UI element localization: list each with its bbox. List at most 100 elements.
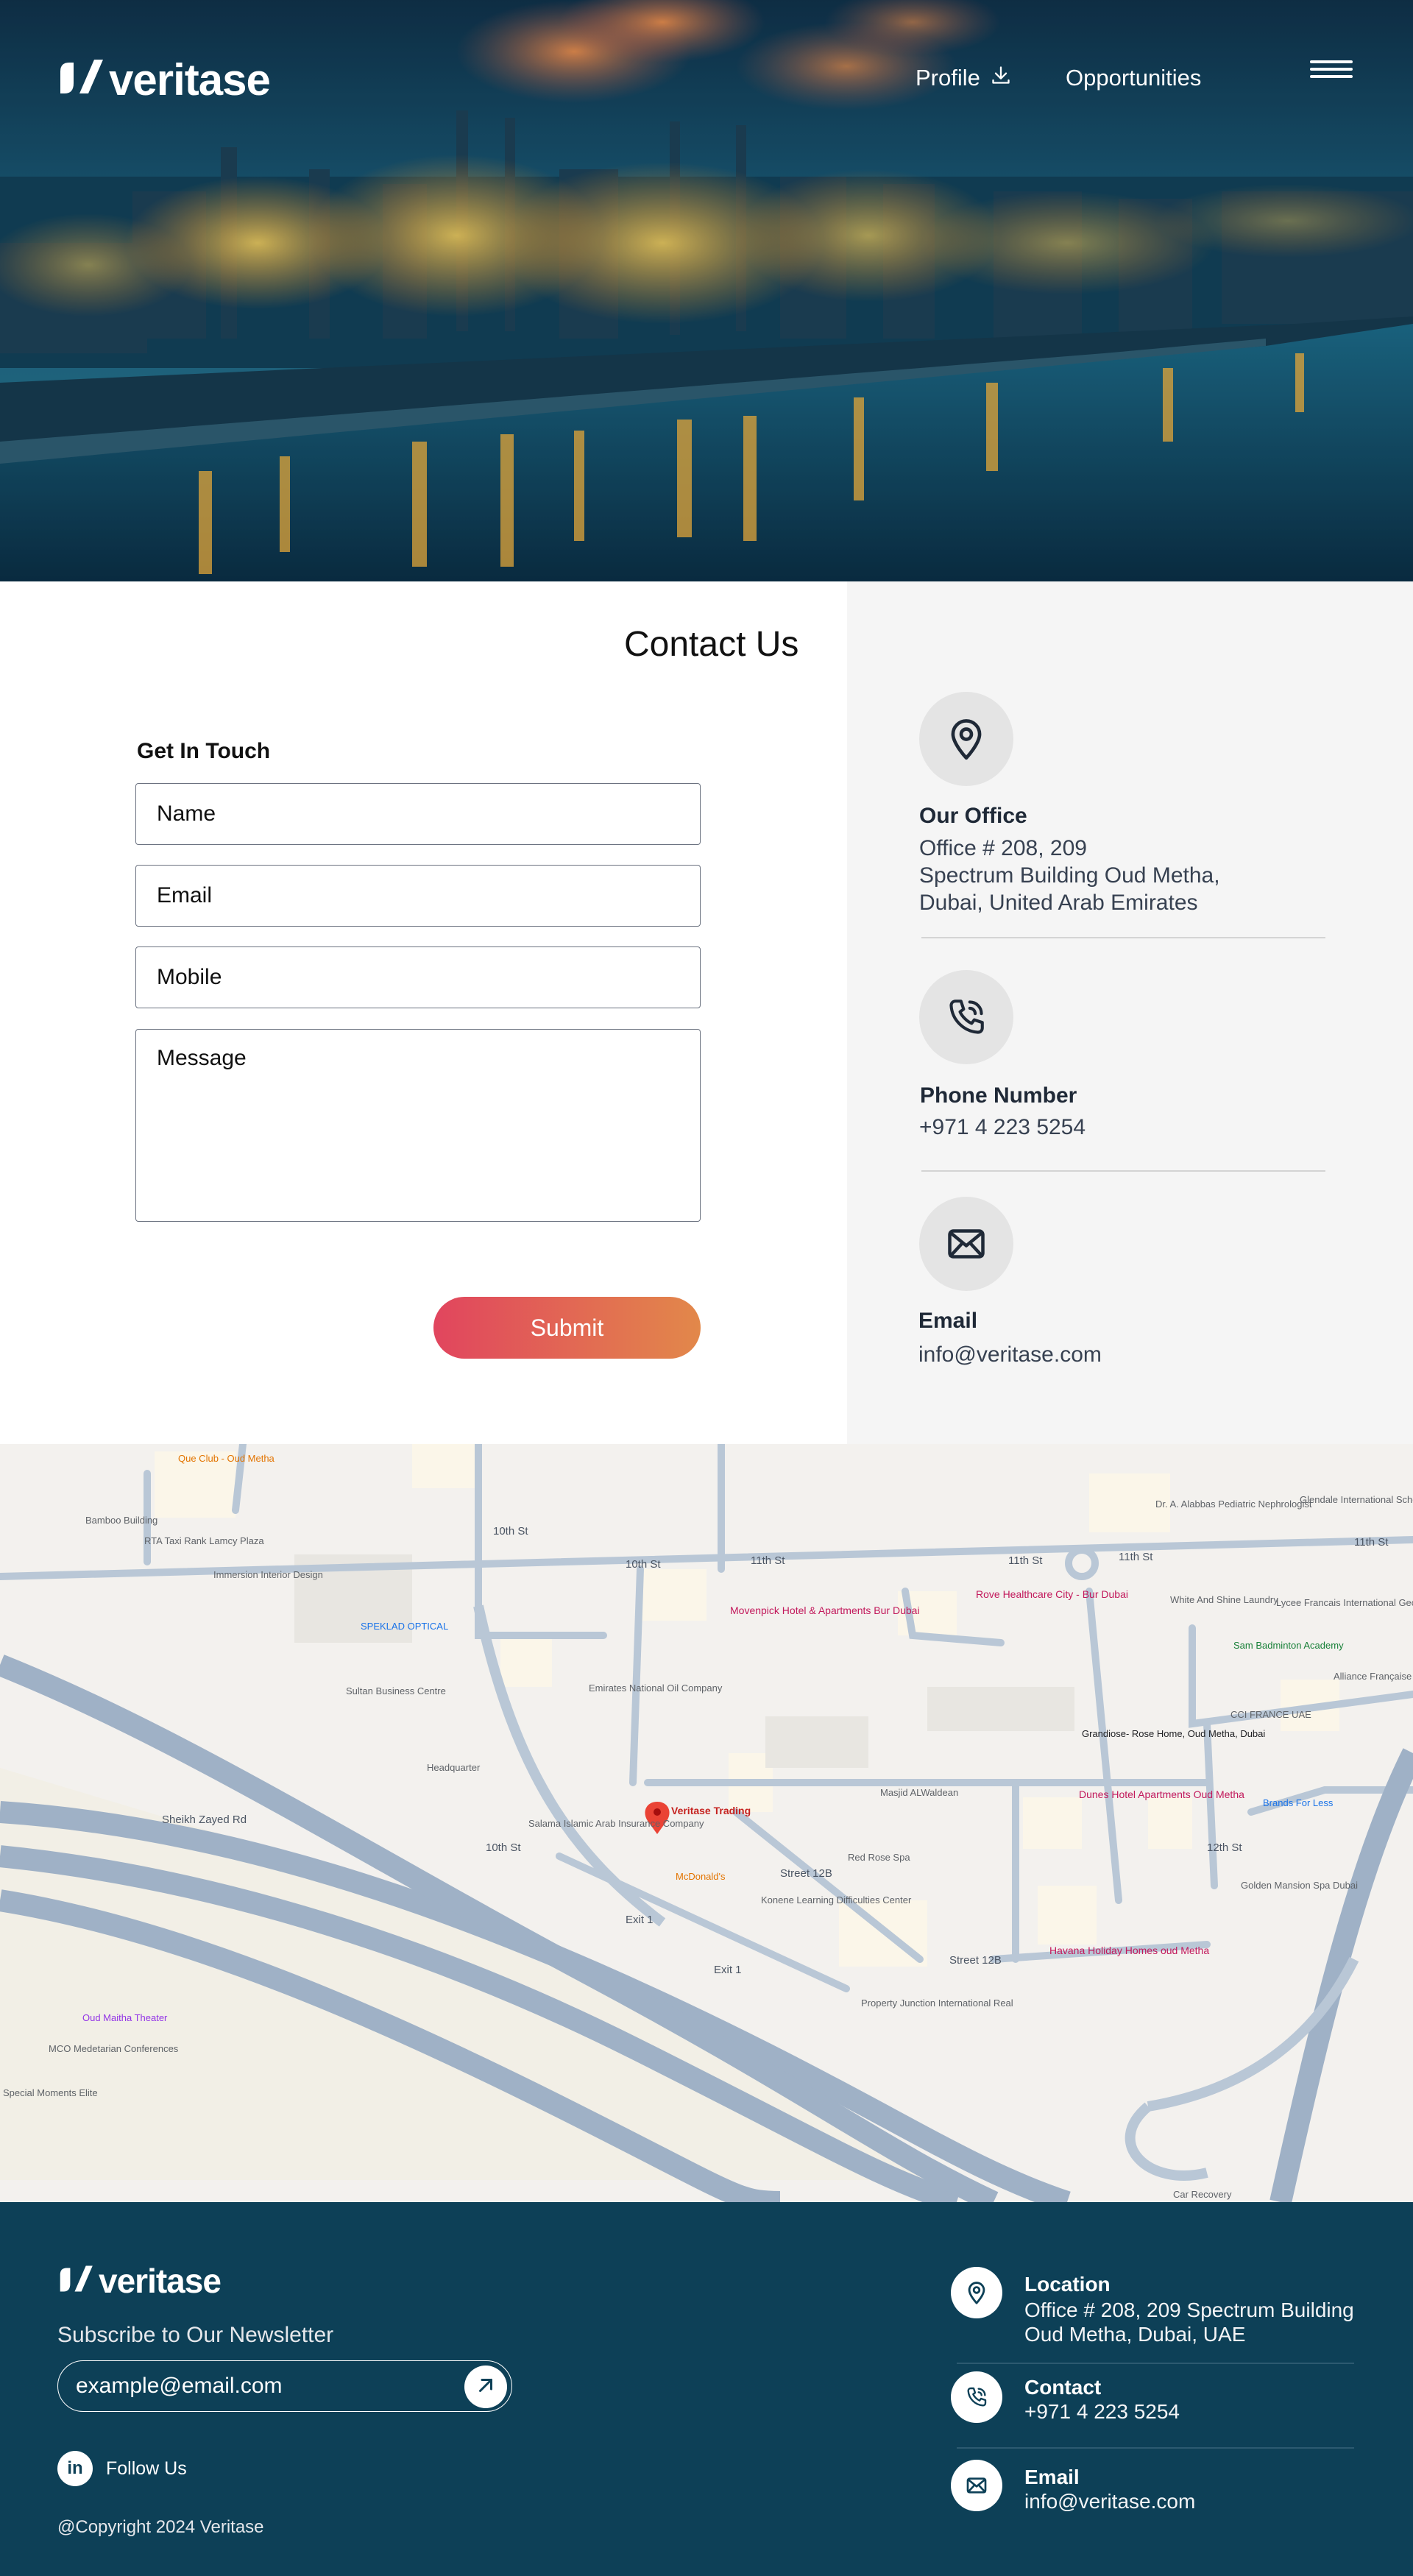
header-logo[interactable]: veritase: [57, 54, 271, 105]
road-label: Exit 1: [714, 1964, 742, 1976]
envelope-icon: [951, 2460, 1002, 2511]
place-label: Immersion Interior Design: [213, 1569, 323, 1580]
logo-text: veritase: [99, 2262, 222, 2300]
road-label: Street 12B: [949, 1954, 1002, 1967]
message-field[interactable]: [135, 1029, 701, 1222]
follow-us-link[interactable]: in Follow Us: [57, 2451, 187, 2486]
location-map[interactable]: Veritase Trading 10th St 11th St 10th St…: [0, 1444, 1413, 2202]
place-label: Brands For Less: [1263, 1797, 1334, 1808]
footer-divider: [957, 2363, 1354, 2364]
place-label: Sam Badminton Academy: [1233, 1640, 1344, 1651]
location-pin-icon: [951, 2267, 1002, 2318]
road-label: 12th St: [1207, 1841, 1242, 1854]
form-heading: Get In Touch: [137, 739, 271, 763]
place-label: Emirates National Oil Company: [589, 1682, 723, 1694]
road-label: 10th St: [626, 1558, 661, 1571]
footer-email-title: Email: [1024, 2466, 1080, 2488]
footer-contact-value[interactable]: +971 4 223 5254: [1024, 2399, 1180, 2424]
road-label: 11th St: [751, 1554, 785, 1567]
mobile-field[interactable]: [135, 946, 701, 1008]
hamburger-icon[interactable]: [1310, 60, 1353, 81]
place-label: Grandiose- Rose Home, Oud Metha, Dubai: [1082, 1728, 1266, 1739]
submit-button[interactable]: Submit: [433, 1297, 701, 1359]
email-value[interactable]: info@veritase.com: [918, 1341, 1102, 1368]
place-label: Special Moments Elite: [3, 2087, 98, 2098]
nav-profile-label: Profile: [916, 65, 980, 91]
place-label: Golden Mansion Spa Dubai: [1241, 1880, 1358, 1891]
road-label: 10th St: [493, 1525, 528, 1538]
contact-form-section: [0, 581, 847, 1444]
place-label: Property Junction International Real: [861, 1998, 1013, 2009]
place-label: Salama Islamic Arab Insurance Company: [528, 1818, 704, 1829]
newsletter-form: [57, 2360, 512, 2412]
footer-contact-title: Contact: [1024, 2376, 1102, 2399]
newsletter-label: Subscribe to Our Newsletter: [57, 2323, 334, 2347]
place-label: Headquarter: [427, 1762, 481, 1773]
place-label: White And Shine Laundry: [1170, 1594, 1278, 1605]
nav-opportunities-link[interactable]: Opportunities: [1066, 65, 1201, 91]
envelope-icon: [919, 1197, 1013, 1291]
place-label: Masjid ALWaldean: [880, 1787, 959, 1798]
email-field[interactable]: [135, 865, 701, 927]
place-label: Dr. A. Alabbas Pediatric Nephrologist: [1155, 1498, 1312, 1510]
linkedin-icon[interactable]: in: [57, 2451, 93, 2486]
place-label: McDonald's: [676, 1871, 726, 1882]
place-label: SPEKLAD OPTICAL: [361, 1621, 449, 1632]
road-label: 11th St: [1119, 1551, 1153, 1563]
footer-divider: [957, 2447, 1354, 2449]
site-footer: veritase Subscribe to Our Newsletter in …: [0, 2202, 1413, 2576]
phone-title: Phone Number: [920, 1083, 1077, 1108]
copyright-text: @Copyright 2024 Veritase: [57, 2517, 264, 2537]
phone-icon: [919, 970, 1013, 1064]
office-line-3: Dubai, United Arab Emirates: [919, 891, 1198, 915]
place-label: Que Club - Oud Metha: [178, 1453, 275, 1464]
office-title: Our Office: [919, 804, 1027, 828]
place-label: MCO Medetarian Conferences: [49, 2043, 179, 2054]
map-pin-label: Veritase Trading: [671, 1805, 751, 1816]
footer-location-line-1: Office # 208, 209 Spectrum Building: [1024, 2299, 1354, 2321]
place-label: Rove Healthcare City - Bur Dubai: [976, 1588, 1128, 1600]
road-label: Street 12B: [780, 1867, 832, 1880]
logo-text: veritase: [109, 55, 271, 105]
place-label: Car Recovery: [1173, 2189, 1232, 2200]
name-field[interactable]: [135, 783, 701, 845]
download-icon: [991, 65, 1011, 91]
arrow-up-right-icon: [475, 2374, 497, 2400]
phone-icon: [951, 2371, 1002, 2423]
hero-banner: veritase Profile Opportunities: [0, 0, 1413, 581]
place-label: CCI FRANCE UAE: [1230, 1709, 1311, 1720]
nav-opportunities-label: Opportunities: [1066, 65, 1202, 91]
newsletter-submit-button[interactable]: [464, 2366, 507, 2408]
footer-logo[interactable]: veritase: [57, 2261, 222, 2301]
newsletter-email-input[interactable]: [76, 2371, 444, 2401]
place-label: Sultan Business Centre: [346, 1685, 446, 1696]
road-label: 11th St: [1354, 1536, 1389, 1549]
road-label: 11th St: [1008, 1554, 1043, 1567]
road-label: Sheikh Zayed Rd: [162, 1814, 247, 1826]
office-line-2: Spectrum Building Oud Metha,: [919, 863, 1220, 888]
place-label: Oud Maitha Theater: [82, 2012, 168, 2023]
office-line-1: Office # 208, 209: [919, 836, 1087, 860]
place-label: Havana Holiday Homes oud Metha: [1049, 1945, 1210, 1956]
footer-email-value[interactable]: info@veritase.com: [1024, 2489, 1195, 2513]
nav-profile-link[interactable]: Profile: [916, 65, 1011, 91]
footer-location-line-2: Oud Metha, Dubai, UAE: [1024, 2323, 1246, 2346]
road-label: 10th St: [486, 1841, 521, 1854]
veritase-logo-icon: [57, 54, 105, 105]
place-label: Glendale International School: [1300, 1494, 1413, 1505]
info-divider: [921, 1170, 1325, 1172]
veritase-logo-icon: [57, 2261, 94, 2301]
place-label: RTA Taxi Rank Lamcy Plaza: [144, 1535, 264, 1546]
info-divider: [921, 937, 1325, 938]
place-label: Red Rose Spa: [848, 1852, 910, 1863]
page-title: Contact Us: [624, 625, 799, 664]
road-label: Exit 1: [626, 1914, 654, 1926]
place-label: Lycee Francais International Georges: [1276, 1597, 1413, 1608]
place-label: Konene Learning Difficulties Center: [761, 1894, 912, 1906]
footer-location-title: Location: [1024, 2273, 1111, 2296]
place-label: Bamboo Building: [85, 1515, 158, 1526]
follow-us-label: Follow Us: [106, 2458, 187, 2479]
location-pin-icon: [919, 692, 1013, 786]
phone-value[interactable]: +971 4 223 5254: [919, 1114, 1086, 1141]
email-title: Email: [918, 1309, 978, 1333]
